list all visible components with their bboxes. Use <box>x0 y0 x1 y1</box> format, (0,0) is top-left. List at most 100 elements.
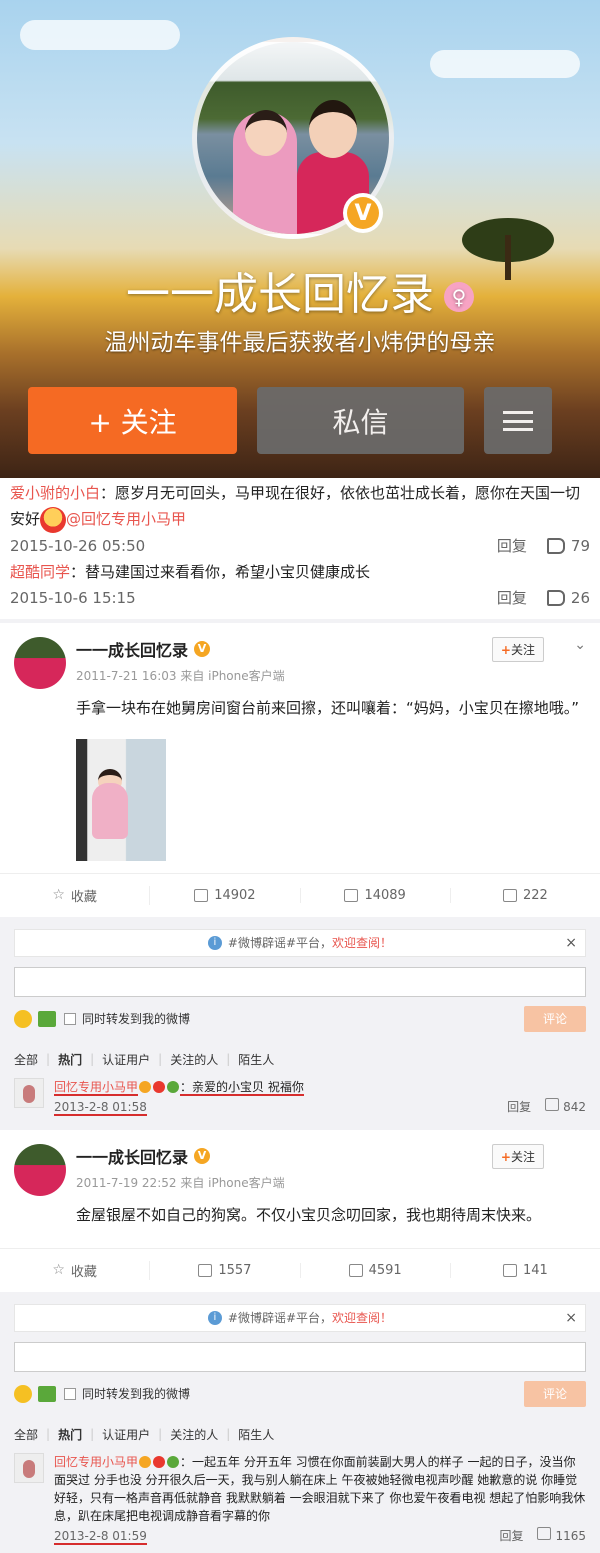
post-actions: ☆ 收藏 14902 14089 222 <box>0 872 600 917</box>
like-button[interactable]: 1165 <box>537 1526 586 1545</box>
message-button[interactable]: 私信 <box>257 387 464 454</box>
hot-comment: 回忆专用小马甲 ：亲爱的小宝贝 祝福你 2013-2-8 01:58 回复 842 <box>14 1077 586 1116</box>
comment-time: 2015-10-26 05:50 <box>10 536 146 555</box>
like-button[interactable]: 222 <box>451 888 600 903</box>
post-time: 2011-7-19 22:52 来自 iPhone客户端 <box>76 1175 285 1190</box>
comment-button[interactable]: 14089 <box>301 887 451 903</box>
comment-section: i #微博辟谣#平台， 欢迎查阅！ × 同时转发到我的微博 评论 全部 | 热门 | 认证… <box>0 1291 600 1553</box>
tab-strangers[interactable]: 陌生人 <box>238 1051 274 1068</box>
send-comment-button[interactable]: 评论 <box>524 1005 586 1032</box>
emoji-picker-icon[interactable] <box>14 1009 32 1028</box>
photo-child-figure <box>92 782 128 839</box>
tab-following[interactable]: 关注的人 <box>170 1426 218 1443</box>
profile-name: 一一成长回忆录 <box>126 269 434 320</box>
comment-time: 2013-2-8 01:58 <box>54 1099 147 1116</box>
like-count: 79 <box>570 536 590 555</box>
repost-icon <box>198 1263 213 1277</box>
tab-strangers[interactable]: 陌生人 <box>238 1426 274 1443</box>
reply-button[interactable]: 回复 <box>507 1098 531 1116</box>
hamburger-icon <box>503 410 533 431</box>
image-upload-icon[interactable] <box>38 1010 56 1027</box>
thumbs-up-icon <box>537 1526 552 1540</box>
hot-comment: 回忆专用小马甲 ：一起五年 分开五年 习惯在你面前装副大男人的样子 一起的日子，没… <box>14 1452 586 1545</box>
comment-user[interactable]: 爱小驸的小白 <box>10 484 100 502</box>
post-actions: ☆ 收藏 1557 4591 141 <box>0 1247 600 1292</box>
emoji-icon <box>167 1456 180 1468</box>
comment-icon <box>344 888 359 902</box>
comment-user[interactable]: 回忆专用小马甲 <box>54 1079 139 1096</box>
repost-checkbox-label: 同时转发到我的微博 <box>82 1387 191 1401</box>
menu-button[interactable] <box>484 387 552 454</box>
profile-header: V 一一成长回忆录 ♀ 温州动车事件最后获救者小炜伊的母亲 + 关注 私信 <box>0 0 600 478</box>
tab-verified[interactable]: 认证用户 <box>102 1426 150 1443</box>
star-icon: ☆ <box>52 1262 65 1278</box>
comment-user[interactable]: 超酷同学 <box>10 563 70 581</box>
tab-hot[interactable]: 热门 <box>58 1426 82 1443</box>
chevron-down-icon[interactable]: ⌄ <box>574 637 586 653</box>
like-button[interactable]: 26 <box>546 588 590 607</box>
comment-input[interactable] <box>14 966 586 997</box>
comment-mention[interactable]: @回忆专用小马甲 <box>66 510 186 528</box>
post-author[interactable]: 一一成长回忆录 <box>76 1144 188 1168</box>
repost-button[interactable]: 1557 <box>150 1262 301 1278</box>
comment-item: 爱小驸的小白：愿岁月无可回头，马甲现在很好，依依也茁壮成长着，愿你在天国一切安好… <box>0 478 600 559</box>
profile-name-row: 一一成长回忆录 ♀ <box>0 258 600 322</box>
emoji-icon <box>153 1081 166 1093</box>
comment-button[interactable]: 4591 <box>301 1262 451 1278</box>
comment-text: ：替马建国过来看看你，希望小宝贝健康成长 <box>70 562 371 581</box>
commenter-avatar[interactable] <box>14 1452 44 1483</box>
verified-badge-icon: V <box>194 1147 211 1164</box>
comment-time: 2013-2-8 01:59 <box>54 1528 147 1545</box>
like-button[interactable]: 842 <box>545 1097 586 1116</box>
verified-badge-icon <box>139 1456 152 1468</box>
comment-filter-tabs: 全部 | 热门 | 认证用户 | 关注的人 | 陌生人 <box>14 1426 275 1443</box>
send-comment-button[interactable]: 评论 <box>524 1380 586 1407</box>
tab-hot[interactable]: 热门 <box>58 1051 82 1068</box>
comment-text: ：亲爱的小宝贝 祝福你 <box>180 1079 304 1096</box>
repost-button[interactable]: 14902 <box>150 887 301 903</box>
thumbs-up-icon <box>546 590 565 606</box>
tab-verified[interactable]: 认证用户 <box>102 1051 150 1068</box>
reply-button[interactable]: 回复 <box>497 587 527 608</box>
post-author[interactable]: 一一成长回忆录 <box>76 637 188 661</box>
comment-section: i #微博辟谣#平台， 欢迎查阅！ × 同时转发到我的微博 评论 全部 | 热门 | 认证… <box>0 916 600 1124</box>
like-button[interactable]: 141 <box>451 1263 600 1278</box>
image-upload-icon[interactable] <box>38 1385 56 1402</box>
repost-checkbox-label: 同时转发到我的微博 <box>82 1012 191 1026</box>
close-icon[interactable]: × <box>565 935 577 951</box>
post-avatar[interactable] <box>14 1143 66 1196</box>
like-count: 26 <box>570 588 590 607</box>
post-image[interactable] <box>76 738 166 861</box>
follow-button[interactable]: + 关注 <box>28 387 237 454</box>
reply-button[interactable]: 回复 <box>499 1527 523 1545</box>
close-icon[interactable]: × <box>565 1310 577 1326</box>
cloud-decoration <box>20 20 180 50</box>
tab-all[interactable]: 全部 <box>14 1426 38 1443</box>
favorite-button[interactable]: ☆ 收藏 <box>0 885 151 905</box>
post-follow-button[interactable]: +关注 <box>491 1143 544 1169</box>
reply-button[interactable]: 回复 <box>497 535 527 556</box>
commenter-avatar[interactable] <box>14 1077 44 1108</box>
comment-time: 2015-10-6 15:15 <box>10 588 136 607</box>
post-follow-button[interactable]: +关注 <box>491 636 544 662</box>
verified-badge-icon: V <box>194 640 211 657</box>
verified-badge-icon <box>139 1081 152 1093</box>
info-icon: i <box>207 1310 222 1325</box>
comment-filter-tabs: 全部 | 热门 | 认证用户 | 关注的人 | 陌生人 <box>14 1051 275 1068</box>
cloud-decoration <box>430 50 580 78</box>
repost-checkbox[interactable] <box>64 1012 76 1025</box>
tab-all[interactable]: 全部 <box>14 1051 38 1068</box>
repost-checkbox[interactable] <box>64 1387 76 1400</box>
emoji-icon <box>153 1456 166 1468</box>
emoji-icon <box>40 506 67 533</box>
favorite-button[interactable]: ☆ 收藏 <box>0 1260 151 1280</box>
tab-following[interactable]: 关注的人 <box>170 1051 218 1068</box>
comment-input[interactable] <box>14 1341 586 1372</box>
emoji-picker-icon[interactable] <box>14 1384 32 1403</box>
post-avatar[interactable] <box>14 636 66 689</box>
avatar-mother-head <box>309 100 357 158</box>
thumbs-up-icon <box>546 538 565 554</box>
avatar-child-head <box>245 110 287 156</box>
like-button[interactable]: 79 <box>546 536 590 555</box>
comment-user[interactable]: 回忆专用小马甲 <box>54 1455 138 1469</box>
